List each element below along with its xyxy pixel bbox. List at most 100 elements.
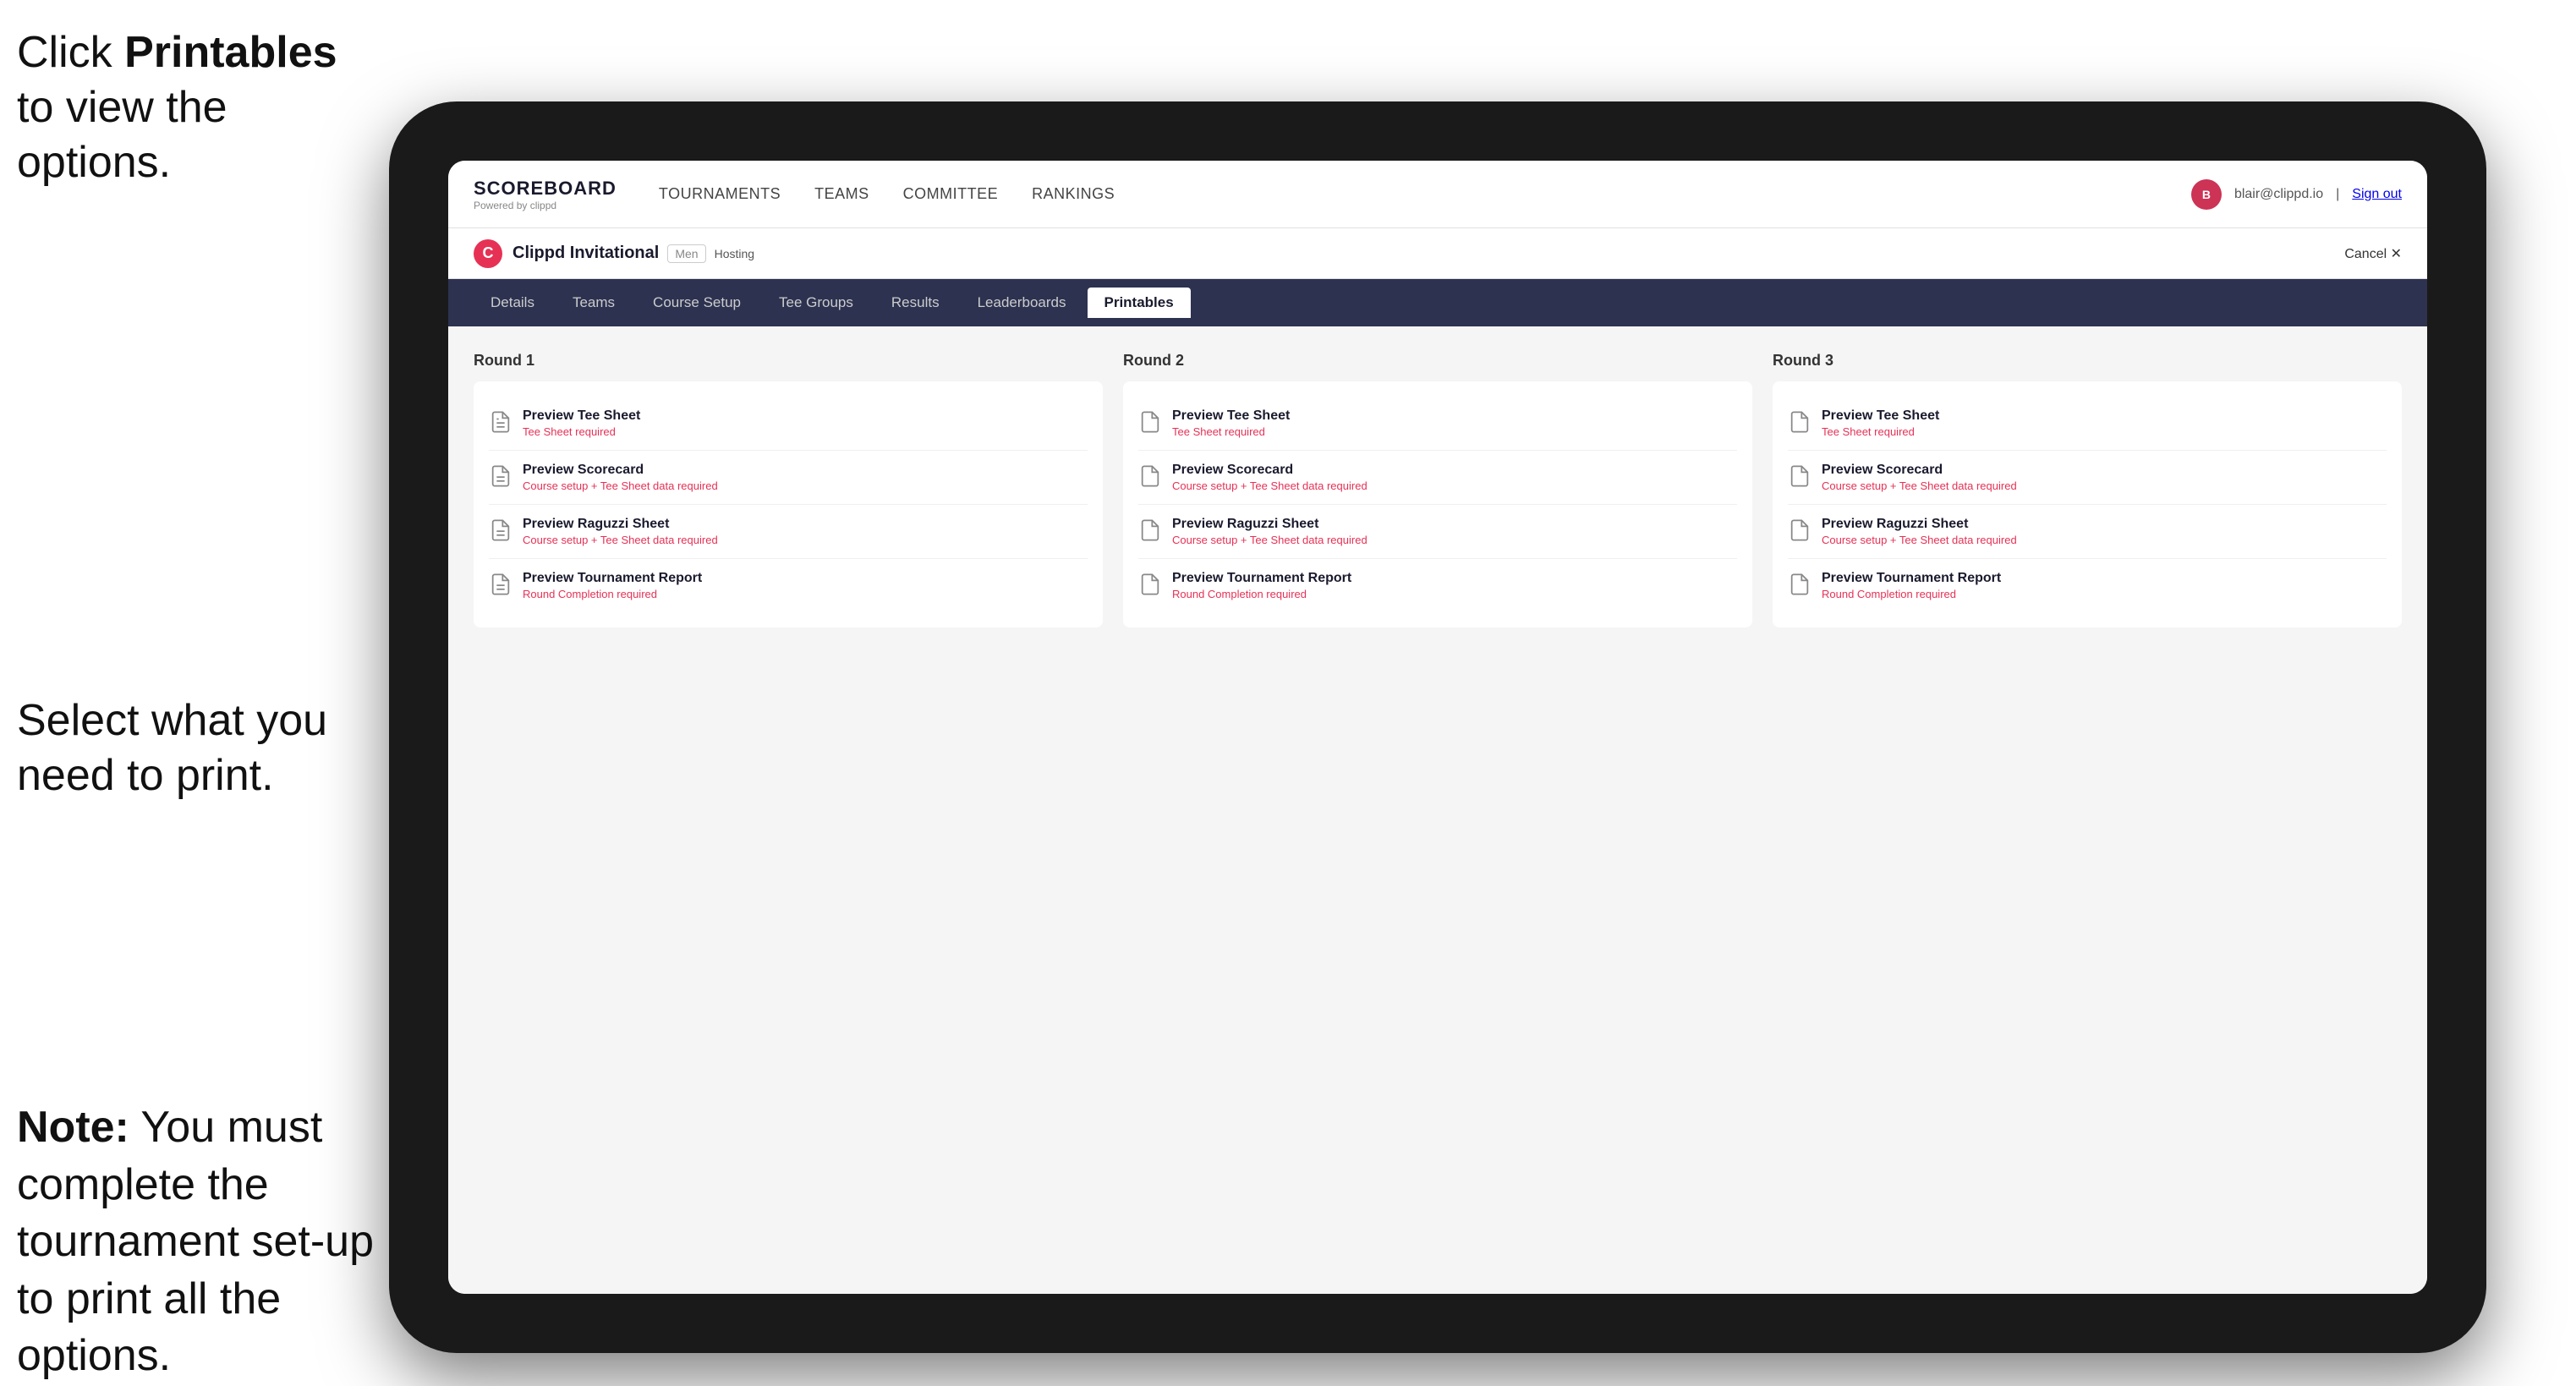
round-1-card: Preview Tee Sheet Tee Sheet required <box>474 381 1103 627</box>
round2-tee-sheet[interactable]: Preview Tee Sheet Tee Sheet required <box>1138 397 1737 451</box>
tab-printables[interactable]: Printables <box>1088 288 1191 318</box>
round1-tournament-report[interactable]: Preview Tournament Report Round Completi… <box>489 559 1088 612</box>
round1-scorecard-title: Preview Scorecard <box>523 463 718 478</box>
nav-committee[interactable]: COMMITTEE <box>903 185 999 203</box>
round-2-section: Round 2 Preview Tee Sheet <box>1123 352 1752 627</box>
round-2-title: Round 2 <box>1123 352 1752 370</box>
round2-raguzzi-title: Preview Raguzzi Sheet <box>1172 517 1367 532</box>
scoreboard-logo: SCOREBOARD Powered by clippd <box>474 178 617 211</box>
instruction-bottom: Note: You must complete the tournament s… <box>17 1099 381 1385</box>
round2-raguzzi[interactable]: Preview Raguzzi Sheet Course setup + Tee… <box>1138 505 1737 559</box>
cancel-button[interactable]: Cancel ✕ <box>2344 245 2402 262</box>
tournament-badge: Men <box>667 244 705 263</box>
round1-scorecard-subtitle: Course setup + Tee Sheet data required <box>523 479 718 492</box>
doc-icon-r3-1 <box>1788 410 1811 434</box>
separator: | <box>2336 187 2339 202</box>
doc-icon-r2-2 <box>1138 464 1162 488</box>
top-nav: SCOREBOARD Powered by clippd TOURNAMENTS… <box>448 161 2427 228</box>
tab-details[interactable]: Details <box>474 288 551 318</box>
round3-raguzzi-text: Preview Raguzzi Sheet Course setup + Tee… <box>1822 517 2017 546</box>
tablet-screen: SCOREBOARD Powered by clippd TOURNAMENTS… <box>448 161 2427 1294</box>
instruction-middle: Select what you need to print. <box>17 693 355 803</box>
round2-tee-sheet-title: Preview Tee Sheet <box>1172 408 1290 424</box>
round3-raguzzi-title: Preview Raguzzi Sheet <box>1822 517 2017 532</box>
user-email: blair@clippd.io <box>2234 187 2323 202</box>
sub-header: C Clippd Invitational Men Hosting Cancel… <box>448 228 2427 279</box>
tab-course-setup[interactable]: Course Setup <box>636 288 758 318</box>
user-avatar: B <box>2191 179 2222 210</box>
round1-raguzzi[interactable]: Preview Raguzzi Sheet Course setup + Tee… <box>489 505 1088 559</box>
round2-raguzzi-subtitle: Course setup + Tee Sheet data required <box>1172 534 1367 546</box>
round2-tee-sheet-subtitle: Tee Sheet required <box>1172 425 1290 438</box>
round3-tee-sheet-subtitle: Tee Sheet required <box>1822 425 1939 438</box>
sign-out-link[interactable]: Sign out <box>2352 187 2402 202</box>
round1-tee-sheet[interactable]: Preview Tee Sheet Tee Sheet required <box>489 397 1088 451</box>
round3-report-subtitle: Round Completion required <box>1822 588 2001 600</box>
round-1-title: Round 1 <box>474 352 1103 370</box>
tab-teams[interactable]: Teams <box>556 288 632 318</box>
round1-raguzzi-title: Preview Raguzzi Sheet <box>523 517 718 532</box>
round1-report-title: Preview Tournament Report <box>523 571 702 586</box>
tab-tee-groups[interactable]: Tee Groups <box>762 288 870 318</box>
round3-raguzzi-subtitle: Course setup + Tee Sheet data required <box>1822 534 2017 546</box>
tab-leaderboards[interactable]: Leaderboards <box>961 288 1083 318</box>
round2-tournament-report[interactable]: Preview Tournament Report Round Completi… <box>1138 559 1737 612</box>
round-3-title: Round 3 <box>1773 352 2402 370</box>
doc-icon-r2-1 <box>1138 410 1162 434</box>
round2-report-text: Preview Tournament Report Round Completi… <box>1172 571 1351 600</box>
doc-icon-r3-4 <box>1788 572 1811 596</box>
round2-tee-sheet-text: Preview Tee Sheet Tee Sheet required <box>1172 408 1290 438</box>
round1-raguzzi-text: Preview Raguzzi Sheet Course setup + Tee… <box>523 517 718 546</box>
round3-tournament-report[interactable]: Preview Tournament Report Round Completi… <box>1788 559 2387 612</box>
round2-raguzzi-text: Preview Raguzzi Sheet Course setup + Tee… <box>1172 517 1367 546</box>
round1-tee-sheet-subtitle: Tee Sheet required <box>523 425 640 438</box>
doc-icon-2 <box>489 464 512 488</box>
round-3-section: Round 3 Preview Tee Sheet <box>1773 352 2402 627</box>
round2-report-subtitle: Round Completion required <box>1172 588 1351 600</box>
printables-bold: Printables <box>124 28 337 77</box>
tab-results[interactable]: Results <box>874 288 956 318</box>
round1-report-subtitle: Round Completion required <box>523 588 702 600</box>
logo-title: SCOREBOARD <box>474 178 617 200</box>
doc-icon-r2-4 <box>1138 572 1162 596</box>
doc-icon-r3-3 <box>1788 518 1811 542</box>
round-1-section: Round 1 <box>474 352 1103 627</box>
content-area: Round 1 <box>448 326 2427 1294</box>
round3-tee-sheet[interactable]: Preview Tee Sheet Tee Sheet required <box>1788 397 2387 451</box>
round1-report-text: Preview Tournament Report Round Completi… <box>523 571 702 600</box>
round1-scorecard[interactable]: Preview Scorecard Course setup + Tee She… <box>489 451 1088 505</box>
instruction-top: Click Printables to view the options. <box>17 25 338 190</box>
round1-tee-sheet-text: Preview Tee Sheet Tee Sheet required <box>523 408 640 438</box>
doc-icon-4 <box>489 572 512 596</box>
round2-report-title: Preview Tournament Report <box>1172 571 1351 586</box>
round-2-card: Preview Tee Sheet Tee Sheet required <box>1123 381 1752 627</box>
top-nav-links: TOURNAMENTS TEAMS COMMITTEE RANKINGS <box>659 185 2191 203</box>
nav-teams[interactable]: TEAMS <box>814 185 869 203</box>
rounds-grid: Round 1 <box>474 352 2402 627</box>
round1-scorecard-text: Preview Scorecard Course setup + Tee She… <box>523 463 718 492</box>
round3-raguzzi[interactable]: Preview Raguzzi Sheet Course setup + Tee… <box>1788 505 2387 559</box>
round-3-card: Preview Tee Sheet Tee Sheet required <box>1773 381 2402 627</box>
logo-sub: Powered by clippd <box>474 200 617 211</box>
round2-scorecard-text: Preview Scorecard Course setup + Tee She… <box>1172 463 1367 492</box>
round3-scorecard-text: Preview Scorecard Course setup + Tee She… <box>1822 463 2017 492</box>
round3-report-title: Preview Tournament Report <box>1822 571 2001 586</box>
round3-scorecard[interactable]: Preview Scorecard Course setup + Tee She… <box>1788 451 2387 505</box>
round3-tee-sheet-title: Preview Tee Sheet <box>1822 408 1939 424</box>
doc-icon-3 <box>489 518 512 542</box>
nav-tournaments[interactable]: TOURNAMENTS <box>659 185 781 203</box>
round3-scorecard-subtitle: Course setup + Tee Sheet data required <box>1822 479 2017 492</box>
note-bold: Note: <box>17 1103 129 1152</box>
doc-icon <box>489 410 512 434</box>
top-nav-right: B blair@clippd.io | Sign out <box>2191 179 2402 210</box>
doc-icon-r2-3 <box>1138 518 1162 542</box>
tournament-status: Hosting <box>715 247 754 260</box>
tablet-frame: SCOREBOARD Powered by clippd TOURNAMENTS… <box>389 101 2486 1353</box>
nav-rankings[interactable]: RANKINGS <box>1032 185 1115 203</box>
round3-scorecard-title: Preview Scorecard <box>1822 463 2017 478</box>
round2-scorecard[interactable]: Preview Scorecard Course setup + Tee She… <box>1138 451 1737 505</box>
round2-scorecard-title: Preview Scorecard <box>1172 463 1367 478</box>
round3-tee-sheet-text: Preview Tee Sheet Tee Sheet required <box>1822 408 1939 438</box>
tournament-name: Clippd Invitational <box>512 244 659 263</box>
doc-icon-r3-2 <box>1788 464 1811 488</box>
